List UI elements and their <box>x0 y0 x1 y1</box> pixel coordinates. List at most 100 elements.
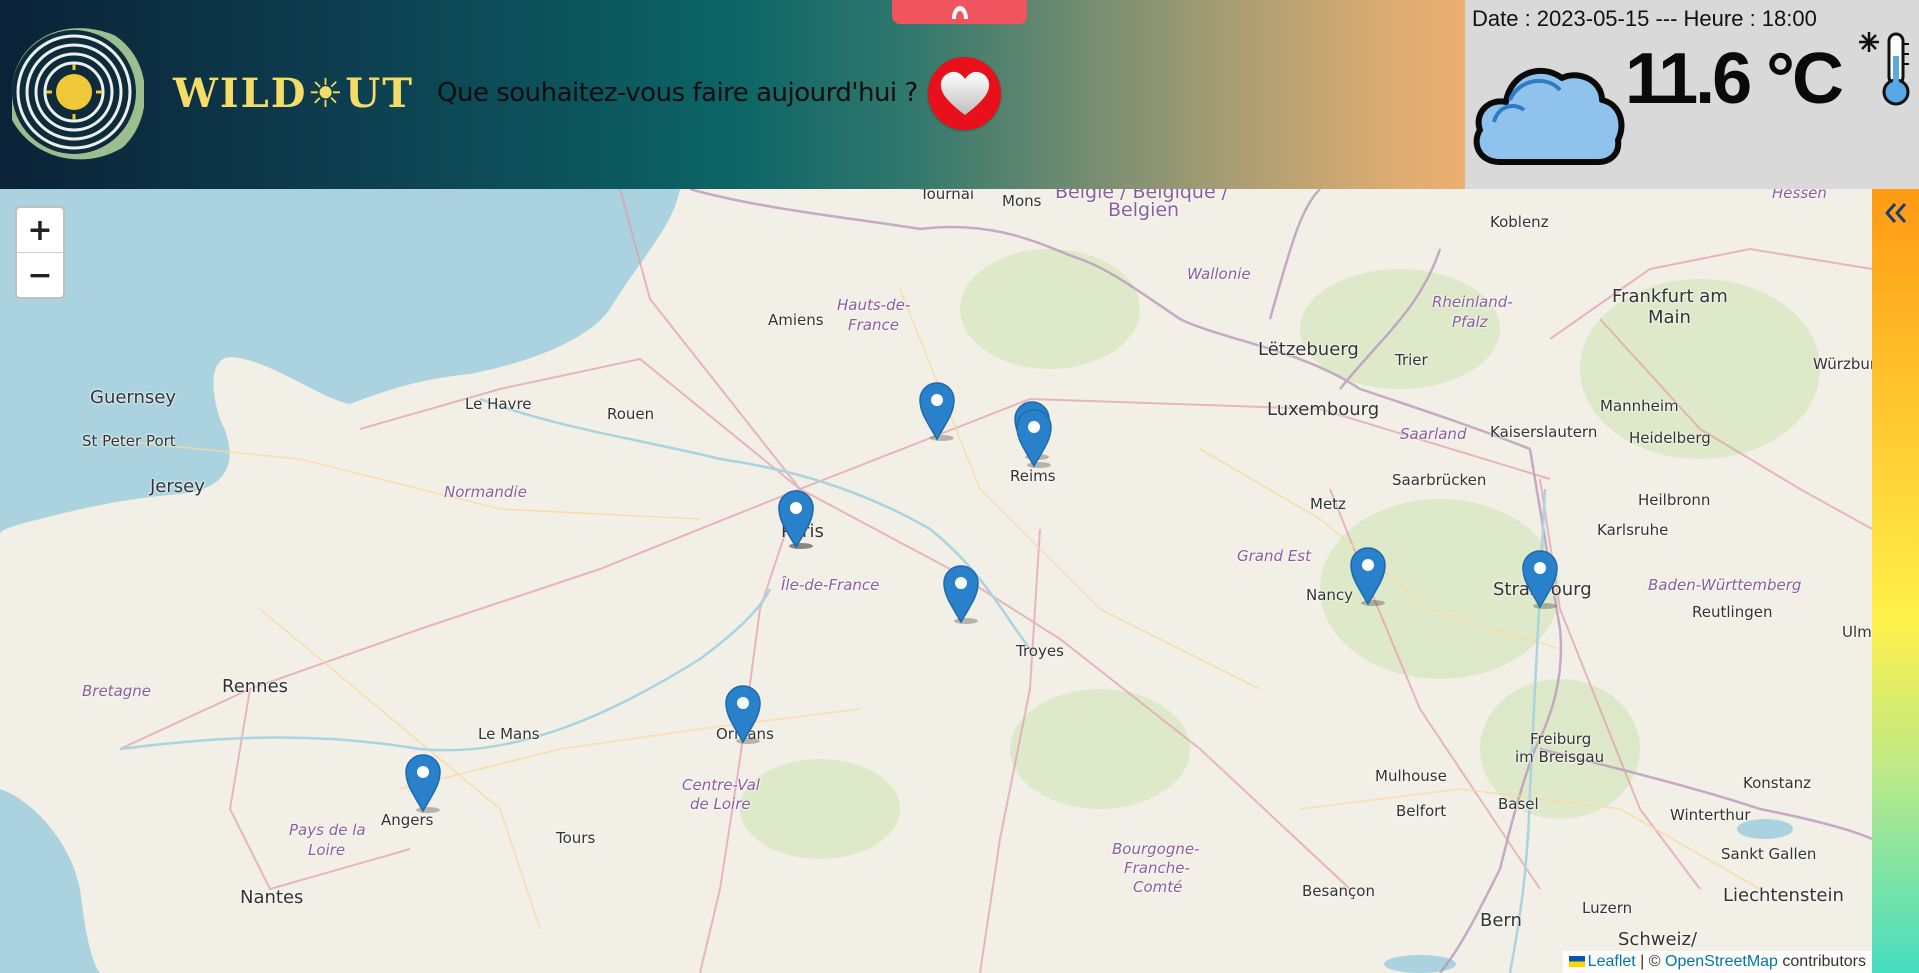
place-label: Heidelberg <box>1629 429 1711 447</box>
place-label: Normandie <box>444 483 527 501</box>
heart-icon <box>940 71 989 115</box>
temperature-value: 11.6 °C <box>1625 39 1844 119</box>
map-marker[interactable] <box>918 381 956 441</box>
place-label: Comté <box>1133 878 1183 896</box>
place-label: Amiens <box>768 311 824 329</box>
place-label: Pfalz <box>1452 313 1488 331</box>
map-marker[interactable] <box>1349 546 1387 606</box>
logo-icon[interactable] <box>4 20 146 160</box>
map-marker[interactable] <box>942 564 980 624</box>
map-marker[interactable] <box>777 489 815 549</box>
place-label: Reims <box>1010 467 1056 485</box>
place-label: Centre-Val <box>682 776 760 794</box>
place-label: Luzern <box>1582 899 1633 917</box>
place-label: Pays de la <box>289 821 366 839</box>
zoom-control: + − <box>15 206 65 299</box>
place-label: Ulm <box>1842 623 1872 641</box>
place-label: Heilbronn <box>1638 491 1711 509</box>
place-label: Rheinland- <box>1432 293 1513 311</box>
weather-datetime: Date : 2023-05-15 --- Heure : 18:00 <box>1472 6 1817 31</box>
place-label: Angers <box>381 811 434 829</box>
place-label: Nancy <box>1306 586 1354 604</box>
thermometer-cold-icon <box>1855 28 1915 113</box>
place-label: Bourgogne- <box>1112 840 1200 858</box>
place-label: Main <box>1648 307 1691 328</box>
map-marker[interactable] <box>724 684 762 744</box>
place-label: Hessen <box>1772 189 1827 202</box>
place-label: Tournai <box>920 189 975 203</box>
place-label: Lëtzebuerg <box>1258 339 1359 360</box>
place-label: Kaiserslautern <box>1490 423 1598 441</box>
double-chevron-left-icon <box>1885 203 1907 223</box>
place-label: France <box>848 316 899 334</box>
place-label: Nantes <box>240 887 304 908</box>
weather-panel: Date : 2023-05-15 --- Heure : 18:00 11.6… <box>1465 0 1919 189</box>
place-label: Saarland <box>1400 425 1467 443</box>
place-label: im Breisgau <box>1515 748 1605 766</box>
place-label: Würzburg <box>1813 355 1872 373</box>
place-label: Mulhouse <box>1375 767 1447 785</box>
brand-name: WILD☀UT <box>173 69 414 117</box>
place-label: Koblenz <box>1490 213 1549 231</box>
place-label: Trier <box>1395 351 1428 369</box>
leaflet-link[interactable]: Leaflet <box>1588 953 1636 970</box>
brand-logo[interactable]: WILD☀UT <box>173 58 414 128</box>
ukraine-flag-icon <box>1568 956 1585 968</box>
app-header: WILD☀UT Que souhaitez-vous faire aujourd… <box>0 0 1919 189</box>
place-label: Belgien <box>1108 199 1180 221</box>
attribution-separator: | © <box>1635 953 1665 970</box>
place-label: Île-de-France <box>781 576 880 594</box>
top-menu-tab[interactable] <box>892 0 1027 24</box>
cloud-icon <box>1470 44 1626 173</box>
place-label: Franche- <box>1124 859 1190 877</box>
place-label: Jersey <box>150 476 205 497</box>
openstreetmap-link[interactable]: OpenStreetMap <box>1665 953 1778 970</box>
place-label: Winterthur <box>1670 806 1751 824</box>
map-attribution: Leaflet | © OpenStreetMap contributors <box>1562 951 1872 973</box>
welcome-prompt: Que souhaitez-vous faire aujourd'hui ? <box>437 78 918 108</box>
place-label: Saarbrücken <box>1392 471 1487 489</box>
place-label: Schweiz/ <box>1618 929 1698 950</box>
place-label: Bern <box>1480 910 1522 931</box>
place-label: Basel <box>1498 795 1539 813</box>
zoom-in-button[interactable]: + <box>17 208 63 252</box>
place-label: Le Mans <box>478 725 540 743</box>
place-label: Karlsruhe <box>1597 521 1669 539</box>
place-label: Konstanz <box>1743 774 1812 792</box>
place-label: Grand Est <box>1237 547 1311 565</box>
place-label: Bretagne <box>82 682 152 700</box>
place-label: Troyes <box>1016 642 1064 660</box>
place-label: Sankt Gallen <box>1721 845 1817 863</box>
place-label: Reutlingen <box>1692 603 1773 621</box>
place-label: Rennes <box>222 676 289 697</box>
place-label: Mons <box>1002 192 1042 210</box>
place-label: Mannheim <box>1600 397 1679 415</box>
zoom-out-button[interactable]: − <box>17 252 63 297</box>
favorites-button[interactable] <box>928 57 1001 130</box>
place-label: Liechtenstein <box>1723 885 1844 906</box>
place-label: de Loire <box>690 795 751 813</box>
place-label: Rouen <box>607 405 655 423</box>
map-marker[interactable] <box>1015 408 1053 468</box>
place-label: Hauts-de- <box>837 296 911 314</box>
map-marker[interactable] <box>1521 549 1559 609</box>
place-label: Loire <box>308 841 346 859</box>
place-label: Baden-Württemberg <box>1648 576 1802 594</box>
place-label: Frankfurt am <box>1612 286 1728 307</box>
place-label: Metz <box>1310 495 1346 513</box>
place-label: Tours <box>556 829 596 847</box>
map-marker[interactable] <box>404 753 442 813</box>
place-label: Luxembourg <box>1267 399 1380 420</box>
place-label: Le Havre <box>465 395 532 413</box>
attribution-suffix: contributors <box>1777 953 1866 970</box>
place-label: Guernsey <box>90 387 177 408</box>
side-panel <box>1872 189 1919 973</box>
map-view[interactable]: Tournai Mons België / Belgique / Belgien… <box>0 189 1872 973</box>
place-label: Belfort <box>1396 802 1447 820</box>
place-label: Freiburg <box>1530 730 1592 748</box>
place-label: Besançon <box>1302 882 1375 900</box>
place-label: Wallonie <box>1187 265 1251 283</box>
place-label: St Peter Port <box>82 432 176 450</box>
expand-panel-button[interactable] <box>1882 199 1910 227</box>
chevron-up-icon <box>951 6 968 19</box>
